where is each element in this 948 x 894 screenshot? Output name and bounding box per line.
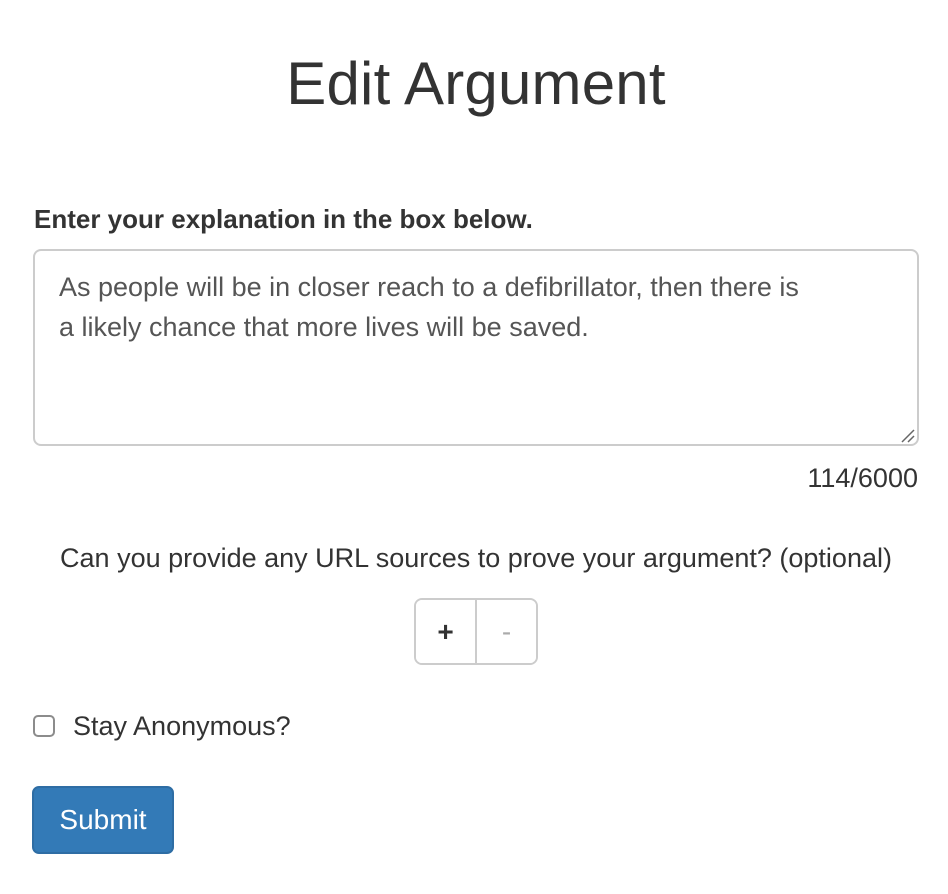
submit-button[interactable]: Submit: [32, 786, 174, 854]
add-url-source-button[interactable]: +: [416, 600, 477, 663]
url-source-button-group: + -: [414, 598, 538, 665]
page-title: Edit Argument: [286, 50, 666, 117]
stay-anonymous-row: Stay Anonymous?: [33, 709, 291, 743]
url-sources-question: Can you provide any URL sources to prove…: [60, 543, 892, 573]
resize-handle-icon[interactable]: [899, 427, 915, 443]
explanation-label: Enter your explanation in the box below.: [34, 204, 533, 234]
character-counter: 114/6000: [807, 463, 918, 493]
stay-anonymous-label[interactable]: Stay Anonymous?: [73, 709, 291, 743]
stay-anonymous-checkbox[interactable]: [33, 715, 55, 737]
remove-url-source-button[interactable]: -: [477, 600, 536, 663]
explanation-textarea[interactable]: As people will be in closer reach to a d…: [33, 249, 919, 446]
